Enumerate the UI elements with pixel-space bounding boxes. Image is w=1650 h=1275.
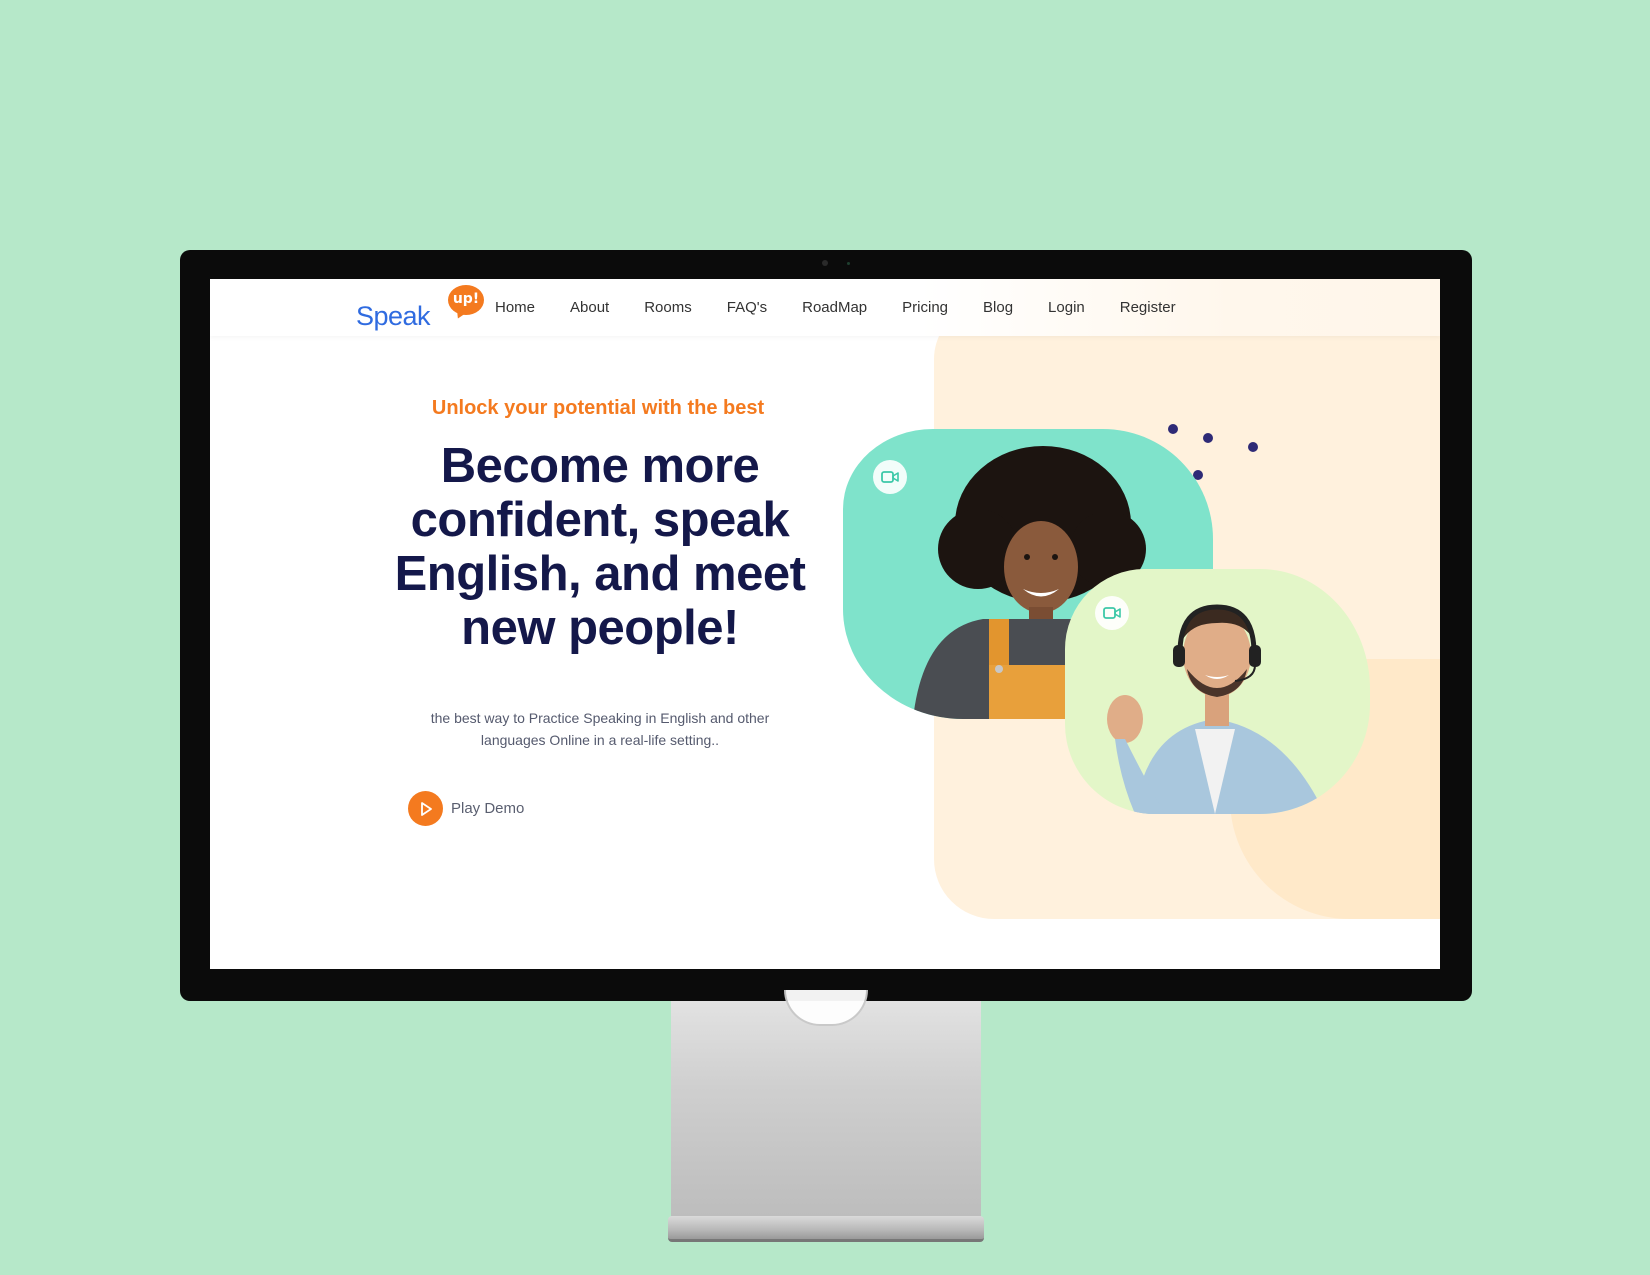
decor-dot [1203,433,1213,443]
camera-indicator-icon [847,262,850,265]
navbar: up! Speak Home About Rooms FAQ's RoadMap… [210,279,1440,336]
nav-roadmap[interactable]: RoadMap [802,299,867,316]
hero-subtext: the best way to Practice Speaking in Eng… [430,710,770,748]
play-demo-button[interactable]: Play Demo [408,791,524,826]
monitor-stand-foot [668,1216,984,1242]
decor-dot [1168,424,1178,434]
video-camera-icon[interactable] [873,460,907,494]
hero-headline: Become more confident, speak English, an… [394,439,806,655]
logo-text: Speak [356,301,431,331]
video-camera-icon[interactable] [1095,596,1129,630]
monitor: up! Speak Home About Rooms FAQ's RoadMap… [180,250,1472,1001]
hero-tagline: Unlock your potential with the best [431,397,765,419]
nav-faqs[interactable]: FAQ's [727,299,767,316]
nav-about[interactable]: About [570,299,609,316]
nav-rooms[interactable]: Rooms [644,299,692,316]
nav-login[interactable]: Login [1048,299,1085,316]
main-nav: Home About Rooms FAQ's RoadMap Pricing B… [495,299,1211,316]
site-logo[interactable]: up! Speak [356,285,488,333]
nav-register[interactable]: Register [1120,299,1176,316]
monitor-stand [671,1001,981,1216]
camera-icon [822,260,828,266]
nav-blog[interactable]: Blog [983,299,1013,316]
play-icon [408,791,443,826]
nav-pricing[interactable]: Pricing [902,299,948,316]
play-demo-label: Play Demo [451,800,525,817]
participant-card-man [1065,569,1370,814]
nav-home[interactable]: Home [495,299,535,316]
website-screen: up! Speak Home About Rooms FAQ's RoadMap… [210,279,1440,969]
logo-bubble: up! [448,285,484,315]
decor-dot [1248,442,1258,452]
